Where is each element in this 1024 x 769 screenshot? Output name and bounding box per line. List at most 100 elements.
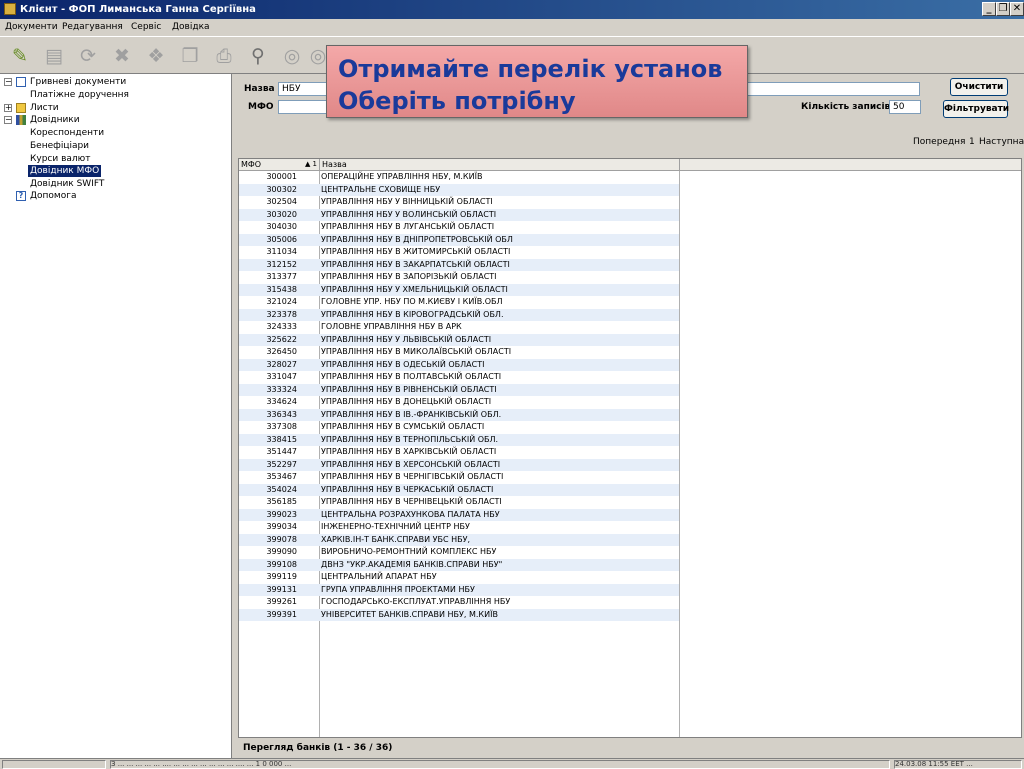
cell-mfo: 352297 [266,459,297,469]
refresh-icon[interactable]: ⟳ [76,44,100,68]
pager-page[interactable]: 1 [969,137,975,147]
column-header-mfo-label: МФО [241,160,262,169]
table-row[interactable]: 399108 ДВНЗ "УКР.АКАДЕМІЯ БАНКІВ.СПРАВИ Н… [239,558,679,571]
maximize-button[interactable]: ❐ [996,2,1010,16]
cell-mfo: 337308 [266,422,297,431]
cell-bank-name: ВИРОБНИЧО-РЕМОНТНИЙ КОМПЛЕКС НБУ [321,547,497,556]
table-row[interactable]: 300001 ОПЕРАЦІЙНЕ УПРАВЛІННЯ НБУ, М.КИЇВ [239,171,679,184]
cell-mfo: 325622 [266,334,297,344]
menu-service[interactable]: Сервіс [131,19,161,36]
table-row[interactable]: 399078 ХАРКІВ.ІН-Т БАНК.СПРАВИ УБС НБУ, [239,533,679,546]
table-row[interactable]: 338415 УПРАВЛІННЯ НБУ В ТЕРНОПІЛЬСЬКІЙ ОБ… [239,433,679,446]
tree-item-help[interactable]: Допомога [30,190,76,202]
table-row[interactable]: 337308 УПРАВЛІННЯ НБУ В СУМСЬКІЙ ОБЛАСТІ [239,421,679,434]
table-row[interactable]: 353467 УПРАВЛІННЯ НБУ В ЧЕРНІГІВСЬКІЙ ОБЛ… [239,471,679,484]
record-count-input[interactable]: 50 [889,100,921,114]
tree-item-hryvnia-documents[interactable]: Гривневі документи [30,76,126,88]
table-row[interactable]: 326450 УПРАВЛІННЯ НБУ В МИКОЛАЇВСЬКІЙ ОБЛ… [239,346,679,359]
tree-item-mfo-directory[interactable]: Довідник МФО [28,165,102,177]
pager-next[interactable]: Наступна [979,137,1024,147]
cell-mfo: 351447 [266,447,297,456]
app-icon [4,3,16,15]
column-divider [679,171,680,737]
cell-bank-name: УНІВЕРСИТЕТ БАНКІВ.СПРАВИ НБУ, М.КИЇВ [321,609,498,619]
menu-help[interactable]: Довідка [172,19,210,36]
sort-ascending-icon: ▲ 1 [304,160,317,168]
pager-prev[interactable]: Попередня [913,137,965,147]
table-row[interactable]: 325622 УПРАВЛІННЯ НБУ У ЛЬВІВСЬКІЙ ОБЛАСТ… [239,333,679,346]
copy-icon[interactable]: ❐ [178,44,202,68]
cell-bank-name: ОПЕРАЦІЙНЕ УПРАВЛІННЯ НБУ, М.КИЇВ [321,172,483,181]
document-icon[interactable]: ▤ [42,44,66,68]
column-header-name[interactable]: Назва [320,159,680,171]
help-icon: ? [16,191,26,201]
tree-item-payment-order[interactable]: Платіжне доручення [30,89,129,101]
table-row[interactable]: 351447 УПРАВЛІННЯ НБУ В ХАРКІВСЬКІЙ ОБЛАС… [239,446,679,459]
edit-icon[interactable]: ✎ [8,44,32,68]
table-row[interactable]: 354024 УПРАВЛІННЯ НБУ В ЧЕРКАСЬКІЙ ОБЛАСТ… [239,483,679,496]
cell-bank-name: УПРАВЛІННЯ НБУ В ЧЕРКАСЬКІЙ ОБЛАСТІ [321,484,494,494]
search-icon[interactable]: ⚲ [246,44,270,68]
table-row[interactable]: 312152 УПРАВЛІННЯ НБУ В ЗАКАРПАТСЬКІЙ ОБЛ… [239,258,679,271]
grid-summary: Перегляд банків (1 - 36 / 36) [243,743,393,753]
cell-bank-name: УПРАВЛІННЯ НБУ В ЧЕРНІВЕЦЬКІЙ ОБЛАСТІ [321,497,502,506]
table-row[interactable]: 399023 ЦЕНТРАЛЬНА РОЗРАХУНКОВА ПАЛАТА НБУ [239,508,679,521]
cell-mfo: 300001 [266,172,297,181]
tree-item-swift-directory[interactable]: Довідник SWIFT [30,178,104,190]
cell-bank-name: УПРАВЛІННЯ НБУ В СУМСЬКІЙ ОБЛАСТІ [321,422,485,431]
tree-item-directories[interactable]: Довідники [30,114,80,126]
stamp-icon[interactable]: ❖ [144,44,168,68]
table-row[interactable]: 399090 ВИРОБНИЧО-РЕМОНТНИЙ КОМПЛЕКС НБУ [239,546,679,559]
table-row[interactable]: 313377 УПРАВЛІННЯ НБУ В ЗАПОРІЗЬКІЙ ОБЛАС… [239,271,679,284]
table-row[interactable]: 331047 УПРАВЛІННЯ НБУ В ПОЛТАВСЬКІЙ ОБЛАС… [239,371,679,384]
minimize-button[interactable]: _ [982,2,996,16]
disk-icon[interactable]: ◎ [280,44,304,68]
column-header-mfo[interactable]: МФО ▲ 1 [239,159,320,171]
table-row[interactable]: 305006 УПРАВЛІННЯ НБУ В ДНІПРОПЕТРОВСЬКІЙ… [239,233,679,246]
expand-toggle[interactable]: + [4,104,12,112]
table-row[interactable]: 304030 УПРАВЛІННЯ НБУ В ЛУГАНСЬКІЙ ОБЛАСТ… [239,221,679,234]
tree-item-exchange-rates[interactable]: Курси валют [30,153,90,165]
table-row[interactable]: 336343 УПРАВЛІННЯ НБУ В ІВ.-ФРАНКІВСЬКІЙ … [239,408,679,421]
cell-mfo: 300302 [266,184,297,194]
table-row[interactable]: 356185 УПРАВЛІННЯ НБУ В ЧЕРНІВЕЦЬКІЙ ОБЛА… [239,496,679,509]
filter-button[interactable]: Фільтрувати [943,100,1009,118]
table-row[interactable]: 399034 ІНЖЕНЕРНО-ТЕХНІЧНИЙ ЦЕНТР НБУ [239,521,679,534]
status-bar: З ... ... ... ... ... .... ... ... ... .… [0,758,1024,769]
print-icon[interactable]: ⎙ [212,44,236,68]
table-row[interactable]: 399391 УНІВЕРСИТЕТ БАНКІВ.СПРАВИ НБУ, М.К… [239,608,679,621]
table-row[interactable]: 399131 ГРУПА УПРАВЛІННЯ ПРОЕКТАМИ НБУ [239,583,679,596]
cell-mfo: 336343 [266,409,297,419]
table-row[interactable]: 302504 УПРАВЛІННЯ НБУ У ВІННИЦЬКІЙ ОБЛАСТ… [239,196,679,209]
table-row[interactable]: 321024 ГОЛОВНЕ УПР. НБУ ПО М.КИЄВУ І КИЇВ… [239,296,679,309]
cell-mfo: 399119 [266,572,297,581]
cell-mfo: 323378 [266,309,297,319]
cell-mfo: 354024 [266,484,297,494]
table-row[interactable]: 324333 ГОЛОВНЕ УПРАВЛІННЯ НБУ В АРК [239,321,679,334]
close-button[interactable]: ✕ [1010,2,1024,16]
table-row[interactable]: 399119 ЦЕНТРАЛЬНИЙ АПАРАТ НБУ [239,571,679,584]
cell-bank-name: УПРАВЛІННЯ НБУ В ЗАПОРІЗЬКІЙ ОБЛАСТІ [321,272,497,281]
instruction-callout: Отримайте перелік установ Оберіть потріб… [326,45,748,118]
table-row[interactable]: 399261 ГОСПОДАРСЬКО-ЕКСПЛУАТ.УПРАВЛІННЯ Н… [239,596,679,609]
table-row[interactable]: 315438 УПРАВЛІННЯ НБУ У ХМЕЛЬНИЦЬКІЙ ОБЛА… [239,283,679,296]
table-row[interactable]: 300302 ЦЕНТРАЛЬНЕ СХОВИЩЕ НБУ [239,183,679,196]
table-row[interactable]: 328027 УПРАВЛІННЯ НБУ В ОДЕСЬКІЙ ОБЛАСТІ [239,358,679,371]
table-row[interactable]: 311034 УПРАВЛІННЯ НБУ В ЖИТОМИРСЬКІЙ ОБЛА… [239,246,679,259]
cell-mfo: 399131 [266,584,297,594]
menu-documents[interactable]: Документи [5,19,58,36]
table-row[interactable]: 303020 УПРАВЛІННЯ НБУ У ВОЛИНСЬКІЙ ОБЛАСТ… [239,208,679,221]
tree-item-correspondents[interactable]: Кореспонденти [30,127,104,139]
collapse-toggle[interactable]: − [4,78,12,86]
clear-button[interactable]: Очистити [950,78,1008,96]
menu-edit[interactable]: Редагування [62,19,123,36]
table-row[interactable]: 323378 УПРАВЛІННЯ НБУ В КІРОВОГРАДСЬКІЙ О… [239,308,679,321]
table-row[interactable]: 333324 УПРАВЛІННЯ НБУ В РІВНЕНСЬКІЙ ОБЛАС… [239,383,679,396]
table-row[interactable]: 352297 УПРАВЛІННЯ НБУ В ХЕРСОНСЬКІЙ ОБЛАС… [239,458,679,471]
tree-item-letters[interactable]: Листи [30,102,59,114]
mfo-grid: МФО ▲ 1 Назва 300001 ОПЕРАЦІЙНЕ УПРАВЛІНН… [238,158,1022,738]
delete-icon[interactable]: ✖ [110,44,134,68]
collapse-toggle[interactable]: − [4,116,12,124]
table-row[interactable]: 334624 УПРАВЛІННЯ НБУ В ДОНЕЦЬКІЙ ОБЛАСТІ [239,396,679,409]
tree-item-beneficiaries[interactable]: Бенефіціари [30,140,89,152]
